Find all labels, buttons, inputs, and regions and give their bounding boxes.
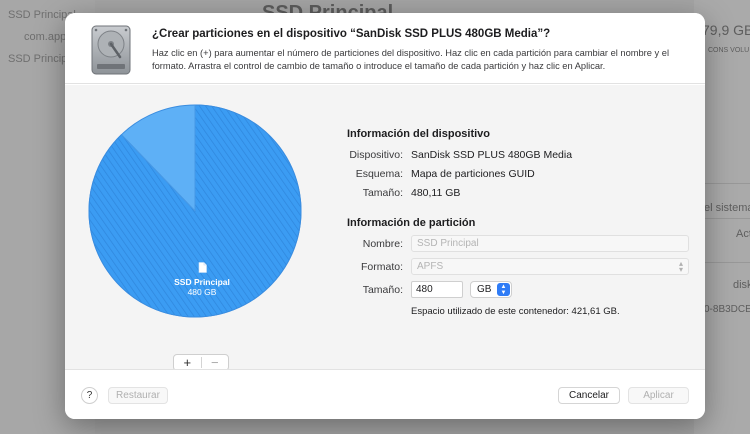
select-arrows-icon: ▲ ▼ bbox=[497, 283, 510, 296]
background-text: el sistema bbox=[704, 202, 750, 214]
format-select[interactable]: APFS ▴ ▾ bbox=[411, 258, 689, 275]
cancel-button[interactable]: Cancelar bbox=[558, 387, 620, 404]
restore-button[interactable]: Restaurar bbox=[108, 387, 168, 404]
dialog-title: ¿Crear particiones en el dispositivo “Sa… bbox=[152, 28, 551, 40]
background-capacity: 79,9 GB bbox=[702, 22, 750, 38]
device-value: SanDisk SSD PLUS 480GB Media bbox=[411, 149, 573, 161]
device-size-label: Tamaño: bbox=[362, 187, 403, 199]
hard-drive-icon bbox=[91, 25, 131, 75]
device-size-value: 480,11 GB bbox=[411, 187, 461, 199]
used-space-note: Espacio utilizado de este contenedor: 42… bbox=[411, 306, 620, 317]
scheme-value: Mapa de particiones GUID bbox=[411, 168, 535, 180]
partition-size-input[interactable]: 480 bbox=[411, 281, 463, 298]
background-caption: CONS VOLU bbox=[708, 47, 750, 54]
partition-dialog: ¿Crear particiones en el dispositivo “Sa… bbox=[65, 13, 705, 419]
select-chevron-icon: ▴ ▾ bbox=[678, 259, 683, 274]
background-text: Act bbox=[736, 228, 750, 240]
scheme-label: Esquema: bbox=[355, 168, 403, 180]
partition-info-heading: Información de partición bbox=[347, 217, 476, 229]
size-unit-select[interactable]: GB ▲ ▼ bbox=[470, 281, 512, 298]
remove-partition-button[interactable]: − bbox=[202, 355, 229, 370]
pie-partition-name: SSD Principal bbox=[174, 277, 230, 287]
background-text: 0-8B3DCE bbox=[704, 304, 750, 315]
add-partition-button[interactable]: + bbox=[174, 355, 201, 370]
partition-size-label: Tamaño: bbox=[362, 284, 403, 296]
name-label: Nombre: bbox=[362, 238, 403, 250]
partition-document-icon bbox=[198, 262, 207, 273]
format-select-value: APFS bbox=[417, 261, 444, 272]
size-unit-value: GB bbox=[477, 284, 492, 295]
background-text: disk bbox=[733, 279, 750, 291]
pie-partition-label: SSD Principal 480 GB bbox=[164, 277, 240, 297]
dialog-description: Haz clic en (+) para aumentar el número … bbox=[152, 48, 670, 71]
device-info-heading: Información del dispositivo bbox=[347, 128, 491, 140]
apply-button[interactable]: Aplicar bbox=[628, 387, 689, 404]
partition-name-field[interactable]: SSD Principal bbox=[411, 235, 689, 252]
pie-partition-size: 480 GB bbox=[187, 287, 217, 297]
dialog-header: ¿Crear particiones en el dispositivo “Sa… bbox=[65, 13, 705, 84]
format-label: Formato: bbox=[360, 261, 403, 273]
device-label: Dispositivo: bbox=[349, 149, 403, 161]
dialog-footer: ? Restaurar Cancelar Aplicar bbox=[65, 369, 705, 419]
help-button[interactable]: ? bbox=[81, 387, 98, 404]
